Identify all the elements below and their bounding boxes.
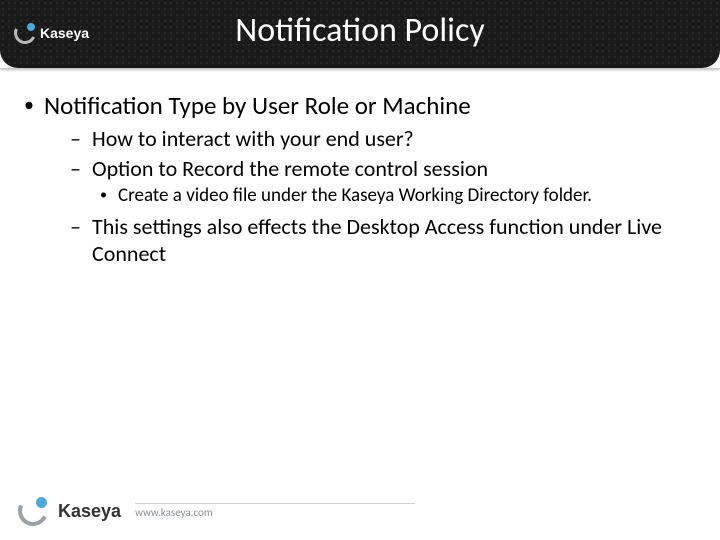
bullet-text: Notification Type by User Role or Machin… <box>44 90 471 121</box>
bullet-text: Option to Record the remote control sess… <box>92 155 488 183</box>
kaseya-logo-icon <box>18 496 48 526</box>
bullet-text: Create a video file under the Kaseya Wor… <box>118 184 592 209</box>
bullet-dash-icon: – <box>70 155 84 183</box>
bullet-level2: – Option to Record the remote control se… <box>70 155 696 183</box>
bullet-dot-icon: • <box>100 184 110 209</box>
bullet-level3: • Create a video file under the Kaseya W… <box>100 184 696 209</box>
bullet-dot-icon: • <box>24 90 34 121</box>
bullet-level2: – This settings also effects the Desktop… <box>70 213 696 268</box>
bullet-dash-icon: – <box>70 125 84 153</box>
slide-title: Notification Policy <box>0 10 720 51</box>
brand-url: www.kaseya.com <box>135 503 415 519</box>
bullet-text: How to interact with your end user? <box>92 125 414 153</box>
brand-name-footer: Kaseya <box>58 501 121 522</box>
bullet-level2: – How to interact with your end user? <box>70 125 696 153</box>
slide-header: Kaseya Notification Policy <box>0 0 720 68</box>
bullet-level1: • Notification Type by User Role or Mach… <box>24 90 696 121</box>
bullet-dash-icon: – <box>70 213 84 268</box>
bullet-text: This settings also effects the Desktop A… <box>92 213 696 268</box>
slide-body: • Notification Type by User Role or Mach… <box>0 68 720 268</box>
slide-footer: Kaseya www.kaseya.com <box>18 496 415 526</box>
